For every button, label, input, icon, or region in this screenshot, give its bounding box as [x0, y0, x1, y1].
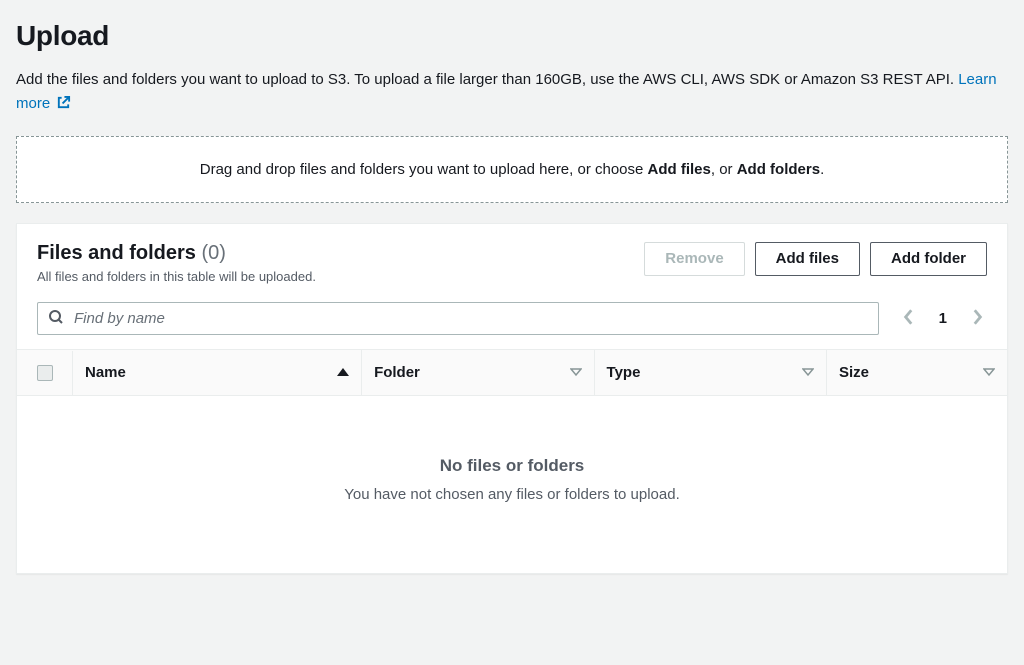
column-type[interactable]: Type [595, 350, 827, 395]
table-header: Name Folder Type Size [17, 349, 1007, 396]
panel-header: Files and folders (0) All files and fold… [17, 224, 1007, 294]
add-files-button[interactable]: Add files [755, 242, 860, 276]
pager: 1 [899, 304, 987, 333]
select-all-checkbox[interactable] [37, 365, 53, 381]
files-panel: Files and folders (0) All files and fold… [16, 223, 1008, 574]
add-folder-button[interactable]: Add folder [870, 242, 987, 276]
empty-title: No files or folders [37, 456, 987, 476]
description-text: Add the files and folders you want to up… [16, 71, 958, 88]
current-page: 1 [939, 310, 947, 327]
column-folder[interactable]: Folder [362, 350, 594, 395]
column-size[interactable]: Size [827, 350, 1007, 395]
next-page-button[interactable] [967, 304, 987, 333]
column-folder-label: Folder [374, 364, 420, 381]
panel-actions: Remove Add files Add folder [644, 242, 987, 276]
panel-title: Files and folders (0) [37, 242, 644, 265]
external-link-icon [56, 94, 71, 118]
prev-page-button[interactable] [899, 304, 919, 333]
column-size-label: Size [839, 364, 869, 381]
panel-subtitle: All files and folders in this table will… [37, 269, 644, 284]
dropzone-add-files-bold: Add files [648, 161, 711, 178]
sort-icon-size [983, 364, 995, 381]
remove-button[interactable]: Remove [644, 242, 744, 276]
panel-title-text: Files and folders [37, 242, 196, 264]
dropzone-suffix: . [820, 161, 824, 178]
sort-asc-icon [337, 364, 349, 381]
column-type-label: Type [607, 364, 641, 381]
search-box[interactable] [37, 302, 879, 335]
chevron-right-icon [971, 314, 983, 329]
empty-state: No files or folders You have not chosen … [17, 396, 1007, 573]
select-all-cell[interactable] [17, 351, 73, 395]
panel-count: (0) [202, 242, 226, 264]
search-icon [48, 309, 64, 328]
column-name[interactable]: Name [73, 350, 362, 395]
chevron-left-icon [903, 314, 915, 329]
empty-subtitle: You have not chosen any files or folders… [37, 486, 987, 503]
sort-icon-type [802, 364, 814, 381]
dropzone-separator: , or [711, 161, 737, 178]
search-input[interactable] [74, 310, 868, 327]
sort-icon-folder [570, 364, 582, 381]
page-title: Upload [16, 20, 1008, 52]
dropzone-add-folders-bold: Add folders [737, 161, 820, 178]
upload-description: Add the files and folders you want to up… [16, 68, 1008, 118]
column-name-label: Name [85, 364, 126, 381]
search-row: 1 [17, 294, 1007, 349]
drop-zone[interactable]: Drag and drop files and folders you want… [16, 136, 1008, 203]
dropzone-text-prefix: Drag and drop files and folders you want… [200, 161, 648, 178]
